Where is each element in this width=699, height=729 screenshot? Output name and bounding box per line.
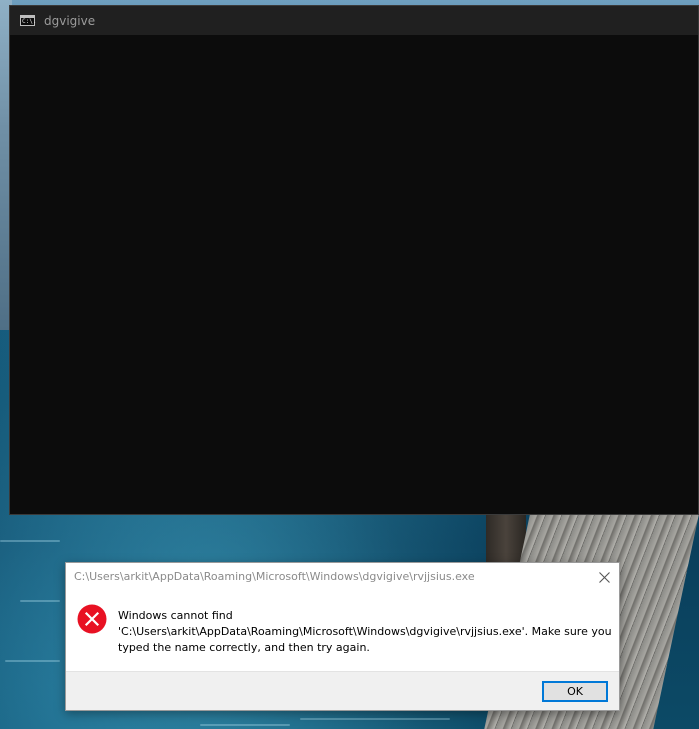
dialog-footer: OK [66,671,619,710]
console-title: dgvigive [44,13,96,28]
wallpaper-wave [5,660,60,662]
pier-post [486,514,526,562]
close-button[interactable] [589,563,619,591]
error-message-line: 'C:\Users\arkit\AppData\Roaming\Microsof… [118,625,612,638]
wallpaper-wave [300,718,450,720]
close-icon [598,571,610,583]
console-icon-text: C:\. [22,18,37,25]
wallpaper-wave [20,600,60,602]
dialog-titlebar[interactable]: C:\Users\arkit\AppData\Roaming\Microsoft… [66,563,619,592]
wallpaper-wave [200,724,290,726]
error-icon [77,604,107,634]
dialog-title: C:\Users\arkit\AppData\Roaming\Microsoft… [74,570,475,583]
console-output-area[interactable] [10,35,698,514]
error-message: Windows cannot find 'C:\Users\arkit\AppD… [118,608,613,656]
console-window[interactable]: C:\. dgvigive [9,5,699,515]
error-message-line: typed the name correctly, and then try a… [118,641,370,654]
error-message-line: Windows cannot find [118,609,233,622]
dialog-content: Windows cannot find 'C:\Users\arkit\AppD… [66,592,619,671]
ok-button[interactable]: OK [542,681,608,702]
wallpaper-wave [0,540,60,542]
console-icon: C:\. [20,15,37,26]
console-titlebar[interactable]: C:\. dgvigive [10,6,698,35]
error-dialog: C:\Users\arkit\AppData\Roaming\Microsoft… [65,562,620,711]
